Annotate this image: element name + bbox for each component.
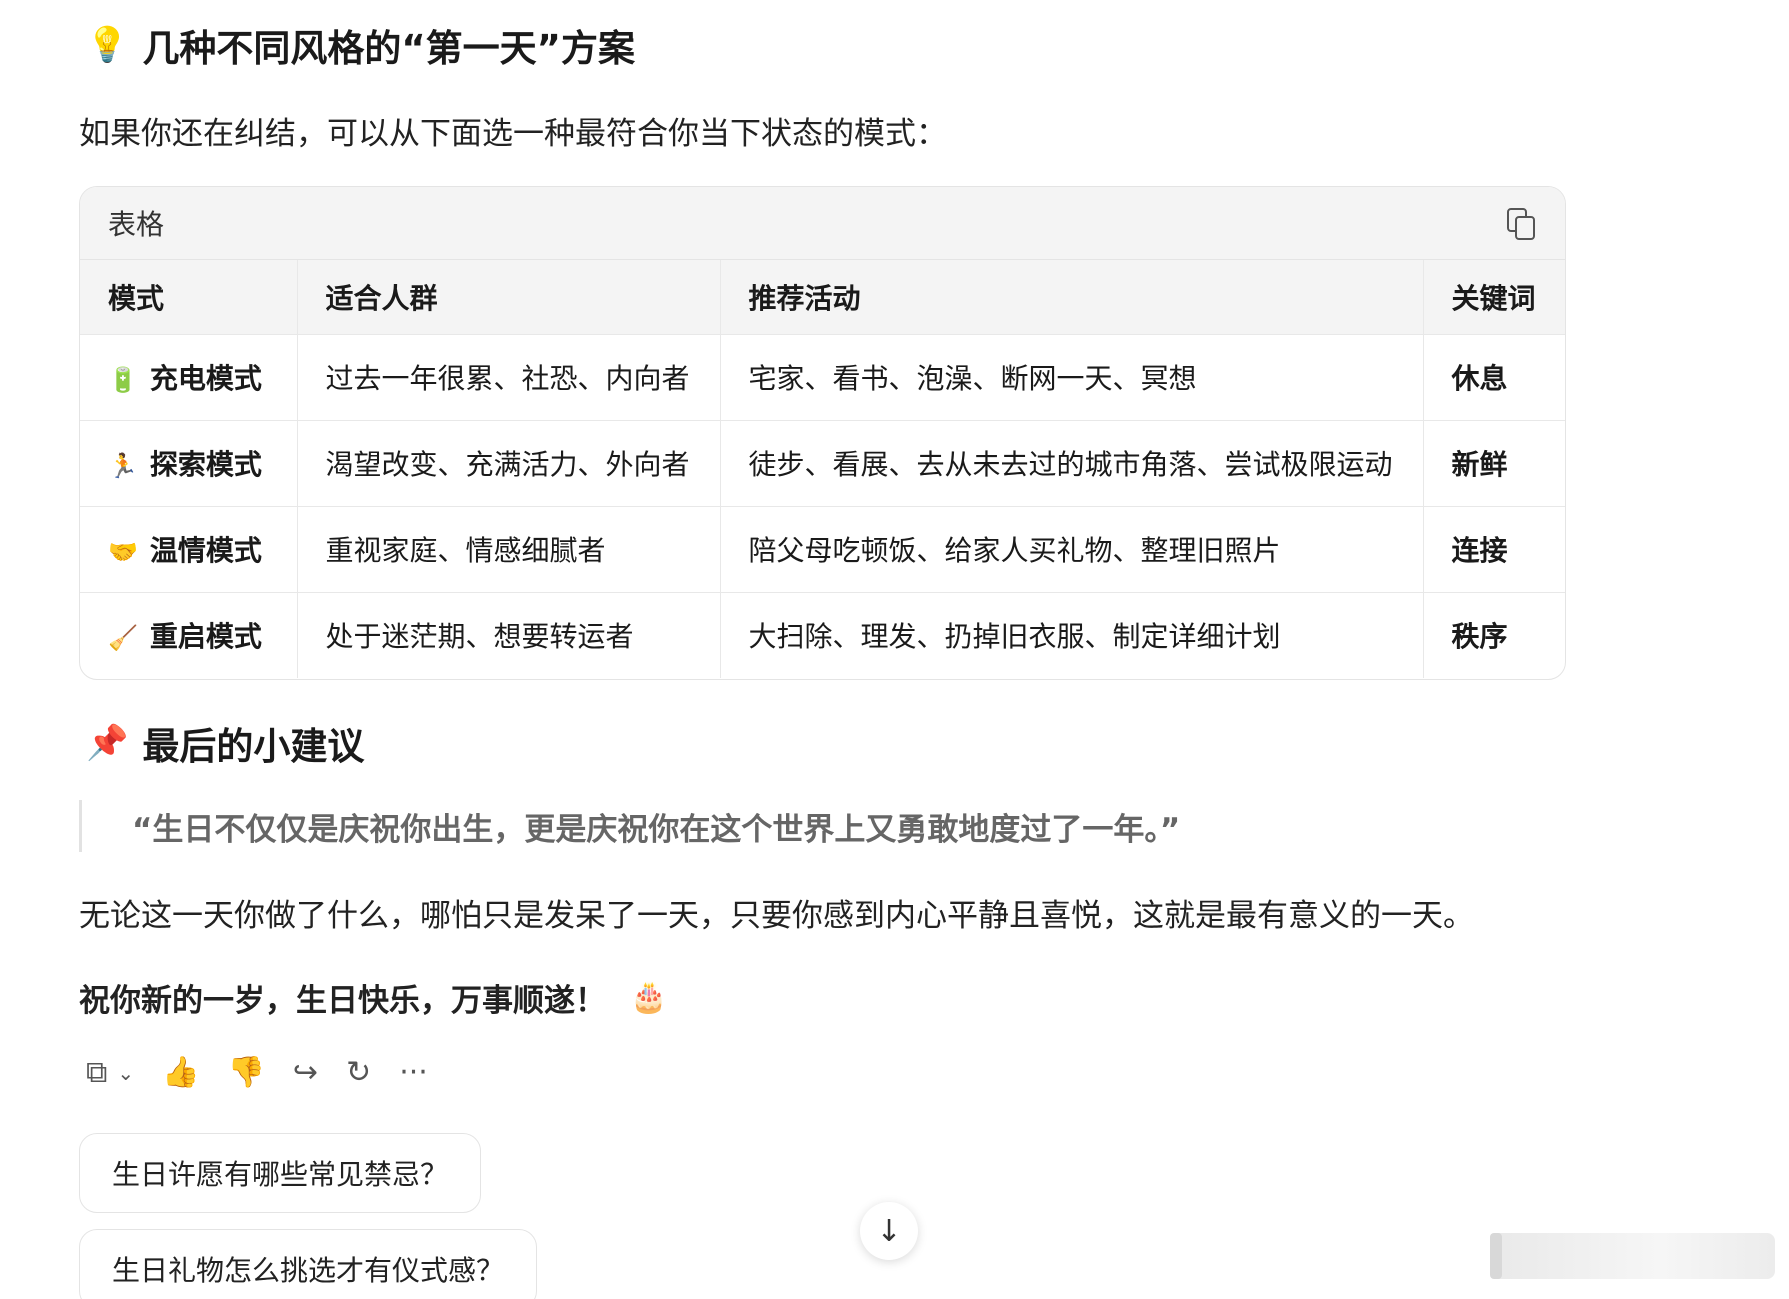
header-people: 适合人群 (297, 260, 721, 335)
cell-activities: 宅家、看书、泡澡、断网一天、冥想 (720, 334, 1424, 421)
scroll-down-button[interactable]: ↓ (860, 1202, 918, 1260)
cell-people: 渴望改变、充满活力、外向者 (297, 420, 721, 507)
intro-paragraph: 如果你还在纠结，可以从下面选一种最符合你当下状态的模式： (79, 116, 947, 152)
broom-icon: 🧹 (108, 624, 138, 653)
cell-keyword: 休息 (1423, 334, 1565, 421)
cell-activities: 大扫除、理发、扔掉旧衣服、制定详细计划 (720, 592, 1424, 678)
regenerate-icon[interactable]: ↻ (346, 1055, 371, 1090)
table-row: 🤝 温情模式 重视家庭、情感细腻者 陪父母吃顿饭、给家人买礼物、整理旧照片 连接 (80, 506, 1565, 593)
cell-keyword: 连接 (1423, 506, 1565, 593)
body-paragraph: 无论这一天你做了什么，哪怕只是发呆了一天，只要你感到内心平静且喜悦，这就是最有意… (79, 898, 1474, 934)
table-row: 🧹 重启模式 处于迷茫期、想要转运者 大扫除、理发、扔掉旧衣服、制定详细计划 秩序 (80, 592, 1565, 678)
runner-icon: 🏃 (108, 452, 138, 480)
table-caption: 表格 (108, 208, 165, 241)
mode-label: 充电模式 (149, 362, 262, 395)
header-keyword: 关键词 (1423, 260, 1565, 335)
thumbs-down-icon[interactable]: 👎 (228, 1055, 265, 1090)
chevron-down-icon[interactable]: ⌄ (117, 1061, 134, 1085)
suggestion-button-1[interactable]: 生日许愿有哪些常见禁忌？ (79, 1133, 482, 1213)
table-header-row: 模式 适合人群 推荐活动 关键词 (80, 260, 1565, 335)
share-icon[interactable]: ↪ (293, 1055, 318, 1090)
chat-response: 💡 几种不同风格的“第一天”方案 如果你还在纠结，可以从下面选一种最符合你当下状… (0, 0, 1789, 1299)
lightbulb-icon: 💡 (86, 25, 129, 65)
arrow-down-icon: ↓ (876, 1213, 902, 1249)
header-mode: 模式 (80, 260, 298, 335)
cell-people: 重视家庭、情感细腻者 (297, 506, 721, 593)
section-heading-advice: 📌 最后的小建议 (86, 716, 364, 770)
cell-activities: 陪父母吃顿饭、给家人买礼物、整理旧照片 (720, 506, 1424, 593)
mode-label: 温情模式 (149, 534, 262, 567)
plan-table: 模式 适合人群 推荐活动 关键词 🔋 充电模式 过去一年很累、社恐、内向者 宅家、… (80, 260, 1565, 678)
blockquote: “生日不仅仅是庆祝你出生，更是庆祝你在这个世界上又勇敢地度过了一年。” (79, 800, 1180, 852)
more-icon[interactable]: ··· (399, 1055, 428, 1090)
cell-mode: 🧹 重启模式 (80, 592, 298, 678)
cell-mode: 🤝 温情模式 (80, 506, 298, 593)
thumbs-up-icon[interactable]: 👍 (162, 1055, 199, 1090)
copy-table-icon[interactable] (1507, 208, 1537, 240)
cell-mode: 🏃 探索模式 (80, 420, 298, 507)
cell-activities: 徒步、看展、去从未去过的城市角落、尝试极限运动 (720, 420, 1424, 507)
table-row: 🔋 充电模式 过去一年很累、社恐、内向者 宅家、看书、泡澡、断网一天、冥想 休息 (80, 334, 1565, 421)
table-row: 🏃 探索模式 渴望改变、充满活力、外向者 徒步、看展、去从未去过的城市角落、尝试极… (80, 420, 1565, 507)
wish-text: 祝你新的一岁，生日快乐，万事顺遂！ (79, 983, 606, 1019)
mode-label: 探索模式 (149, 448, 262, 481)
copy-icon[interactable]: ⧉ (86, 1055, 107, 1090)
handshake-icon: 🤝 (108, 538, 138, 566)
cell-people: 处于迷茫期、想要转运者 (297, 592, 721, 678)
response-action-bar: ⧉ ⌄ 👍 👎 ↪ ↻ ··· (86, 1055, 428, 1090)
cell-mode: 🔋 充电模式 (80, 334, 298, 421)
cell-people: 过去一年很累、社恐、内向者 (297, 334, 721, 421)
battery-icon: 🔋 (108, 366, 138, 394)
cake-icon: 🎂 (630, 980, 668, 1015)
cell-keyword: 秩序 (1451, 620, 1508, 654)
birthday-wish: 祝你新的一岁，生日快乐，万事顺遂！ 🎂 (79, 975, 667, 1020)
mode-label: 重启模式 (149, 620, 262, 654)
section-heading-plans: 💡 几种不同风格的“第一天”方案 (86, 18, 635, 72)
suggestion-button-2[interactable]: 生日礼物怎么挑选才有仪式感？ (79, 1229, 538, 1299)
section-heading-text: 最后的小建议 (142, 725, 365, 768)
header-activities: 推荐活动 (720, 260, 1424, 335)
table-caption-bar: 表格 (80, 187, 1565, 260)
table-card: 表格 模式 适合人群 推荐活动 关键词 🔋 充电模式 过去一年很累、社恐、内向者 … (79, 186, 1566, 680)
cell-keyword: 新鲜 (1423, 420, 1565, 507)
pushpin-icon: 📌 (86, 723, 129, 763)
blurred-input-area (1490, 1233, 1775, 1279)
section-heading-text: 几种不同风格的“第一天”方案 (142, 27, 635, 70)
